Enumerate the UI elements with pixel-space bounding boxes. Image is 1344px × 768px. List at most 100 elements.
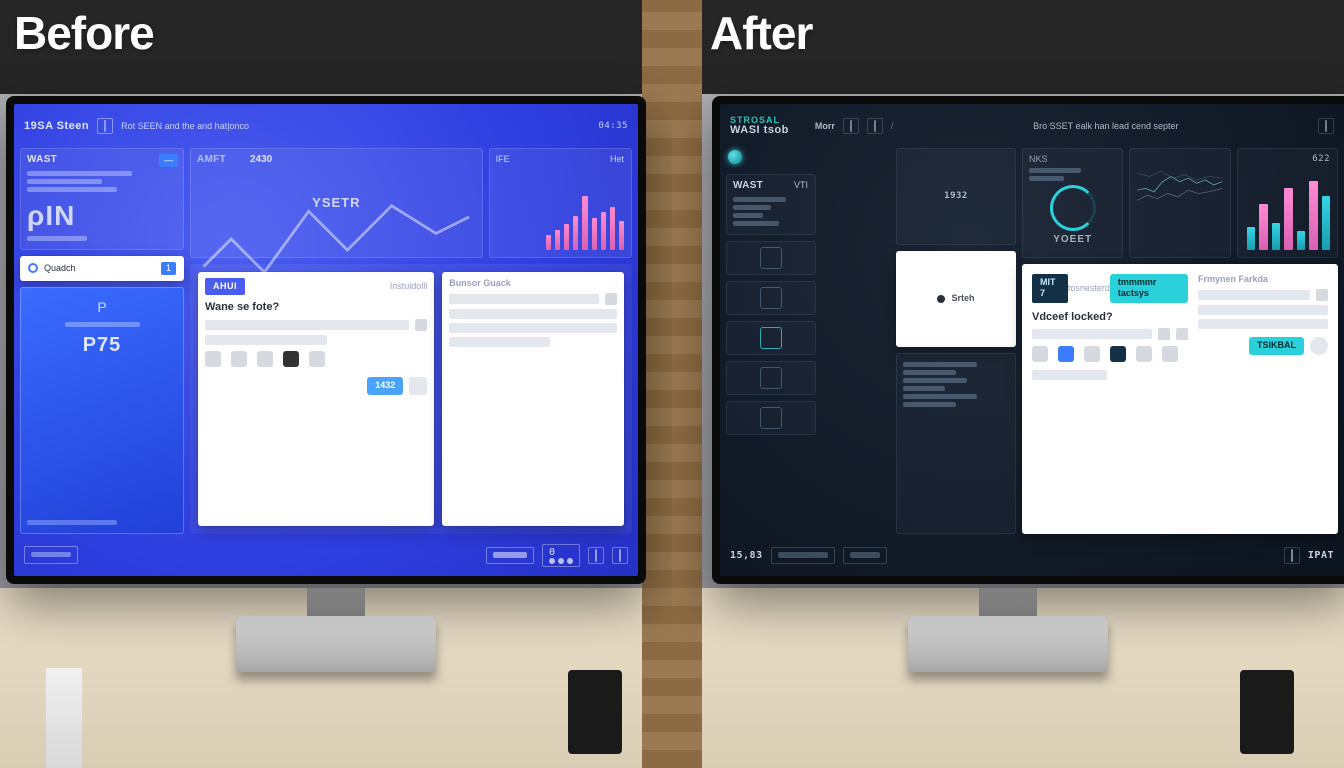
status-dots-icon xyxy=(549,558,573,564)
chart-metric-panel[interactable]: AMFT 2430 YSETR xyxy=(190,148,483,258)
form-tab[interactable]: AHUI xyxy=(205,278,245,295)
sidebar-hero-card[interactable]: P P75 xyxy=(20,287,184,534)
sidebar-nav-item[interactable] xyxy=(726,361,816,395)
toggle-icon[interactable] xyxy=(605,293,617,305)
chart-bar-panel[interactable]: 622 xyxy=(1237,148,1338,258)
wood-panel xyxy=(642,0,672,768)
menu-icon xyxy=(1325,120,1327,132)
form-heading: Vdceef locked? xyxy=(1032,311,1188,325)
rail-list[interactable] xyxy=(896,353,1016,534)
sidebar-nav-item[interactable] xyxy=(726,401,816,435)
code-icon xyxy=(760,407,782,429)
topbar: STROSAL WASI tsob Morr / Bro SSET ealk h… xyxy=(726,110,1338,142)
footer-segment[interactable] xyxy=(771,547,835,564)
toggle-icon[interactable] xyxy=(1316,289,1328,301)
footer-icons[interactable] xyxy=(588,547,604,564)
chart-line-panel[interactable] xyxy=(1129,148,1230,258)
sidebar-card-title: WAST xyxy=(27,154,177,167)
chart-bar-panel[interactable]: IFE Het xyxy=(489,148,632,258)
form-heading: Wane se fote? xyxy=(205,301,427,315)
sidebar-nav-item[interactable] xyxy=(726,281,816,315)
form-tag: Instuldolll xyxy=(390,281,428,292)
footer-icons-2[interactable] xyxy=(612,547,628,564)
bar-chart-icon xyxy=(1247,173,1330,250)
sidebar-status-button[interactable]: Quadch 1 xyxy=(20,256,184,281)
sidebar-nav-item[interactable] xyxy=(726,321,816,355)
form-aside-tag[interactable]: tmmmmr tactsys xyxy=(1110,274,1188,303)
doc-icon xyxy=(760,247,782,269)
footer-segment[interactable] xyxy=(843,547,887,564)
status-label: Quadch xyxy=(44,263,76,274)
wifi-icon xyxy=(619,549,621,562)
monitor-before: 19SA Steen Rot SEEN and the and hat|onco… xyxy=(6,96,646,584)
topbar-chip[interactable] xyxy=(843,118,859,134)
chart-right-value: 622 xyxy=(1312,154,1330,165)
tool-icon[interactable] xyxy=(1084,346,1100,362)
footer-right-label: IPAT xyxy=(1308,550,1334,561)
field-action-icon[interactable] xyxy=(415,319,427,331)
footer-chip[interactable] xyxy=(1284,547,1300,564)
pause-icon[interactable] xyxy=(283,351,299,367)
sidebar-card-summary[interactable]: WAST VTI xyxy=(726,174,816,235)
form-side-panel[interactable]: Bunsor Guack xyxy=(442,272,624,526)
content-card: MIT 7 tosnesterd tmmmmr tactsys Vdceef l… xyxy=(1022,264,1338,534)
chart-icon xyxy=(760,327,782,349)
bar-chart-corner: Het xyxy=(610,154,624,165)
monitor-after: STROSAL WASI tsob Morr / Bro SSET ealk h… xyxy=(712,96,1344,584)
status-dot-icon xyxy=(28,263,38,273)
form-secondary-icon[interactable] xyxy=(409,377,427,395)
chart-gauge-panel[interactable]: NKS YOEET xyxy=(1022,148,1123,258)
tool-icon[interactable] xyxy=(231,351,247,367)
form-panel[interactable]: MIT 7 tosnesterd tmmmmr tactsys Vdceef l… xyxy=(1032,274,1188,524)
sidebar-card-summary[interactable]: WAST — ρIN xyxy=(20,148,184,250)
tool-icon[interactable] xyxy=(205,351,221,367)
rail-status-label: Srteh xyxy=(951,293,974,304)
footer: 0 xyxy=(20,540,632,570)
form-cta-button[interactable]: TSIKBAL xyxy=(1249,337,1304,355)
main-area: 1932 Srteh NKS xyxy=(896,148,1338,534)
tool-icon[interactable] xyxy=(1162,346,1178,362)
form-secondary-icon[interactable] xyxy=(1310,337,1328,355)
section-title-after: After xyxy=(710,6,812,60)
toggle-icon[interactable] xyxy=(1158,328,1170,340)
list-icon xyxy=(874,120,876,132)
topbar-tab[interactable]: Morr xyxy=(815,121,835,131)
topbar: 19SA Steen Rot SEEN and the and hat|onco… xyxy=(20,110,632,142)
form-tab[interactable]: MIT 7 xyxy=(1032,274,1068,303)
rail-metric[interactable]: 1932 xyxy=(896,148,1016,245)
orb-avatar-icon[interactable] xyxy=(728,150,742,164)
form-panel[interactable]: AHUI Instuldolll Wane se fote? xyxy=(198,272,434,526)
window-icon xyxy=(104,120,106,132)
topbar-chip[interactable] xyxy=(867,118,883,134)
brand-label: WASI tsob xyxy=(730,125,789,136)
form-side-panel[interactable]: Frmynen Farkda TSIKBAL xyxy=(1198,274,1328,524)
rail-status-button[interactable]: Srteh xyxy=(896,251,1016,348)
status-count: 1 xyxy=(161,262,176,275)
tool-icon[interactable] xyxy=(1032,346,1048,362)
sidebar-card-tag: VTI xyxy=(794,180,808,191)
form-icon-row xyxy=(205,351,427,367)
section-title-before: Before xyxy=(14,6,154,60)
tool-icon[interactable] xyxy=(309,351,325,367)
chart-center-label: YOEET xyxy=(1053,233,1092,246)
content-card: AHUI Instuldolll Wane se fote? xyxy=(190,264,632,534)
tool-icon[interactable] xyxy=(1136,346,1152,362)
tool-icon[interactable] xyxy=(257,351,273,367)
footer-status[interactable]: 0 xyxy=(542,544,580,567)
grid-icon xyxy=(850,120,852,132)
footer-left-value: 15,83 xyxy=(730,550,763,561)
monitor-stand-base xyxy=(908,616,1108,672)
chart-left-title: NKS xyxy=(1029,154,1048,164)
tool-icon[interactable] xyxy=(1110,346,1126,362)
form-side-heading: Bunsor Guack xyxy=(449,278,617,289)
tool-icon[interactable] xyxy=(1058,346,1074,362)
table-leg xyxy=(46,668,82,768)
sidebar-nav-item[interactable] xyxy=(726,241,816,275)
topbar-chip[interactable] xyxy=(97,118,113,134)
footer-segment[interactable] xyxy=(24,546,78,563)
sidebar: WAST — ρIN Quadch 1 xyxy=(20,148,184,534)
topbar-menu-icon[interactable] xyxy=(1318,118,1334,134)
toggle-icon[interactable] xyxy=(1176,328,1188,340)
footer: 15,83 IPAT xyxy=(726,540,1338,570)
form-cta-button[interactable]: 1432 xyxy=(367,377,403,395)
